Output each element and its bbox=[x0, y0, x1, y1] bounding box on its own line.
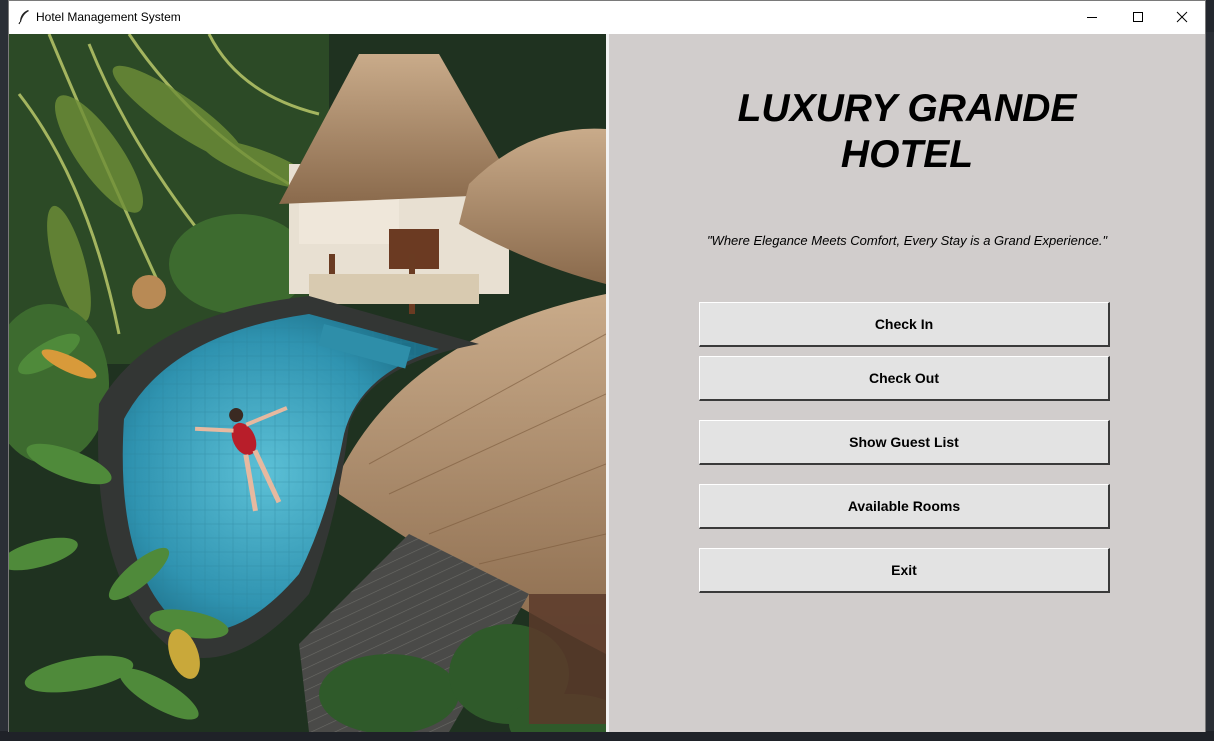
hotel-tagline: "Where Elegance Meets Comfort, Every Sta… bbox=[706, 233, 1108, 248]
window-title: Hotel Management System bbox=[36, 10, 181, 24]
feather-icon bbox=[17, 9, 31, 25]
window-content: LUXURY GRANDE HOTEL "Where Elegance Meet… bbox=[9, 34, 1205, 732]
minimize-button[interactable] bbox=[1069, 1, 1115, 33]
check-in-button[interactable]: Check In bbox=[699, 302, 1110, 347]
close-icon bbox=[1176, 11, 1188, 23]
maximize-button[interactable] bbox=[1115, 1, 1161, 33]
title-bar[interactable]: Hotel Management System bbox=[9, 1, 1205, 34]
background-editor-edge bbox=[0, 0, 8, 741]
minimize-icon bbox=[1087, 17, 1097, 18]
hotel-title: LUXURY GRANDE HOTEL bbox=[609, 86, 1205, 178]
hotel-title-line2: HOTEL bbox=[840, 133, 974, 176]
maximize-icon bbox=[1133, 12, 1143, 22]
show-guest-list-button[interactable]: Show Guest List bbox=[699, 420, 1110, 465]
available-rooms-button[interactable]: Available Rooms bbox=[699, 484, 1110, 529]
check-out-button[interactable]: Check Out bbox=[699, 356, 1110, 401]
hotel-title-line1: LUXURY GRANDE bbox=[737, 87, 1077, 130]
menu-panel: LUXURY GRANDE HOTEL "Where Elegance Meet… bbox=[609, 34, 1205, 732]
background-editor-edge-right bbox=[1206, 32, 1214, 732]
exit-button[interactable]: Exit bbox=[699, 548, 1110, 593]
resort-pool-image bbox=[9, 34, 606, 732]
background-editor-bottom bbox=[0, 731, 1214, 741]
close-button[interactable] bbox=[1159, 1, 1205, 33]
app-window: Hotel Management System LUXURY GRANDE HO… bbox=[8, 0, 1206, 732]
